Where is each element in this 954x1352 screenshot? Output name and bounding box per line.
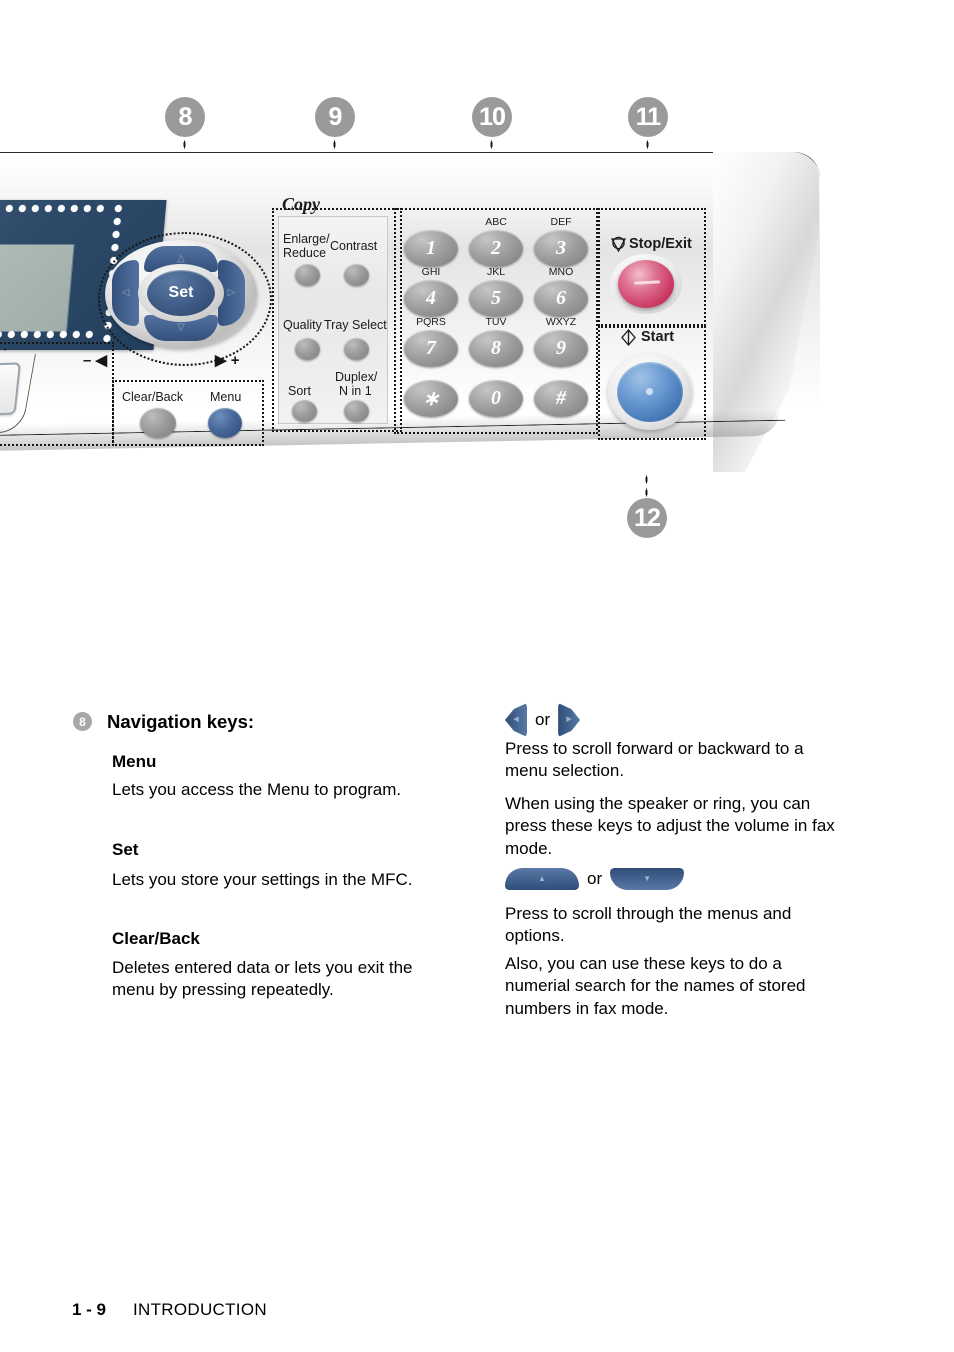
paragraph-menu: Lets you access the Menu to program.	[112, 780, 402, 799]
inline-left-arrow-key[interactable]: ◀	[505, 703, 527, 737]
callout-bubble-9: 9	[315, 97, 355, 137]
region-divider-left	[0, 348, 6, 351]
region-outline-keypad	[394, 208, 598, 434]
subheading-set: Set	[112, 840, 139, 859]
callout-bubble-10: 10	[472, 97, 512, 137]
or-label-1: or	[535, 710, 551, 729]
triangle-down-icon-inline: ▼	[643, 874, 652, 883]
inline-right-arrow-key[interactable]: ▶	[558, 703, 581, 737]
body-heading: Navigation keys:	[107, 711, 255, 732]
paragraph-numeric-search: Also, you can use these keys to do a num…	[505, 954, 806, 1018]
bezel-dot-row-top	[0, 202, 109, 215]
region-outline-copy	[272, 208, 402, 432]
paragraph-clear-back: Deletes entered data or lets you exit th…	[112, 958, 413, 1000]
callout-bubble-12: 12	[627, 498, 667, 538]
inline-down-arrow-key[interactable]: ▼	[610, 868, 685, 890]
inline-up-arrow-key[interactable]: ▲	[505, 868, 579, 890]
body-marker-8: 8	[73, 712, 92, 731]
triangle-up-icon-inline: ▲	[538, 874, 546, 883]
region-outline-nav-keys	[112, 380, 264, 446]
triangle-left-icon-inline: ◀	[513, 716, 519, 723]
inline-up-down-keys: ▲ or ▼	[505, 868, 685, 890]
paragraph-scroll-menu: Press to scroll forward or backward to a…	[505, 739, 804, 781]
paragraph-volume: When using the speaker or ring, you can …	[505, 794, 835, 858]
callout-bubble-11: 11	[628, 97, 668, 137]
bezel-dot-row-bottom	[0, 328, 98, 341]
region-outline-stop	[598, 208, 706, 326]
subheading-menu: Menu	[112, 752, 157, 771]
lcd-screen	[0, 244, 75, 332]
paragraph-set: Lets you store your settings in the MFC.	[112, 870, 413, 889]
inline-left-right-keys: ◀ or ▶	[505, 703, 581, 737]
region-outline-start	[598, 326, 706, 440]
footer-page-number: 1 - 9	[72, 1300, 107, 1319]
region-outline-navigation	[98, 232, 272, 366]
triangle-right-icon-inline: ▶	[566, 716, 572, 723]
subheading-clear-back: Clear/Back	[112, 929, 200, 948]
paragraph-scroll-options: Press to scroll through the menus and op…	[505, 904, 792, 946]
footer-section: INTRODUCTION	[133, 1300, 267, 1319]
callout-bubble-8: 8	[165, 97, 205, 137]
or-label-2: or	[587, 869, 603, 888]
control-panel-illustration: -8820D Scan △ ▽ ◁ ▷ Set – ◀ ▶ + Clear/Ba…	[0, 152, 820, 498]
region-outline-scan	[0, 342, 114, 446]
